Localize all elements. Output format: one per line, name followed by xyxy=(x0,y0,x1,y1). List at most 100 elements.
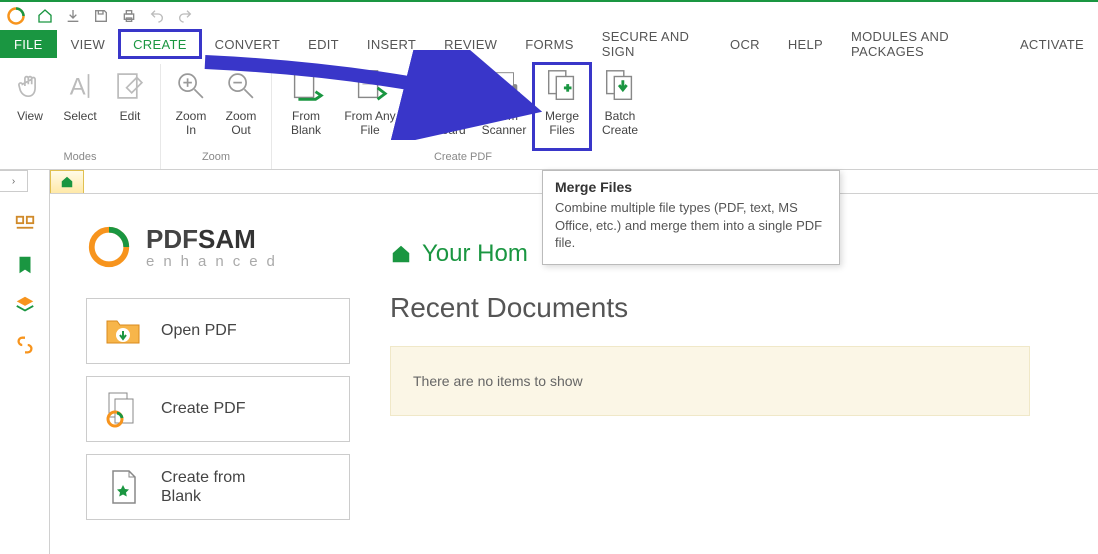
folder-open-icon xyxy=(103,311,143,351)
tooltip-merge-files: Merge Files Combine multiple file types … xyxy=(542,170,840,265)
svg-text:A: A xyxy=(70,74,86,101)
tab-forms[interactable]: FORMS xyxy=(511,30,587,58)
ribbon-group-zoom: ZoomIn ZoomOut Zoom xyxy=(161,64,272,169)
tab-label: REVIEW xyxy=(444,37,497,52)
ribbon-from-blank-button[interactable]: FromBlank xyxy=(278,64,334,149)
ribbon-edit-button[interactable]: Edit xyxy=(106,64,154,149)
nav-collapse-button[interactable]: › xyxy=(0,170,28,192)
ribbon-merge-files-button[interactable]: MergeFiles xyxy=(534,64,590,149)
ribbon-label: ZoomIn xyxy=(176,110,207,138)
tab-view[interactable]: VIEW xyxy=(57,30,119,58)
tab-label: EDIT xyxy=(308,37,339,52)
home-tab[interactable] xyxy=(50,170,84,193)
tab-ocr[interactable]: OCR xyxy=(716,30,774,58)
ribbon-zoom-in-button[interactable]: ZoomIn xyxy=(167,64,215,149)
document-any-icon xyxy=(350,66,390,106)
empty-message: There are no items to show xyxy=(413,373,583,389)
tab-label: SECURE AND SIGN xyxy=(602,29,702,59)
tab-label: HELP xyxy=(788,37,823,52)
tab-label: MODULES AND PACKAGES xyxy=(851,29,992,59)
document-blank-star-icon xyxy=(103,467,143,507)
ribbon-label: FromClipboard xyxy=(414,110,465,138)
tooltip-body: Combine multiple file types (PDF, text, … xyxy=(555,199,827,252)
zoom-out-icon xyxy=(221,66,261,106)
tab-review[interactable]: REVIEW xyxy=(430,30,511,58)
ribbon-group-title: Modes xyxy=(63,149,96,167)
tab-label: FILE xyxy=(14,37,43,52)
tab-modules-packages[interactable]: MODULES AND PACKAGES xyxy=(837,30,1006,58)
clipboard-icon xyxy=(420,66,460,106)
tab-label: CREATE xyxy=(133,37,187,52)
nav-layers-icon[interactable] xyxy=(14,294,36,316)
card-label: Create fromBlank xyxy=(161,468,245,506)
pencil-icon xyxy=(110,66,150,106)
scanner-icon xyxy=(484,66,524,106)
tab-label: OCR xyxy=(730,37,760,52)
zoom-in-icon xyxy=(171,66,211,106)
ribbon-view-button[interactable]: View xyxy=(6,64,54,149)
home-left-panel: PDFSAM enhanced Open PDF Create PDF Crea… xyxy=(50,194,390,554)
recent-documents-title: Recent Documents xyxy=(390,292,1098,324)
tab-edit[interactable]: EDIT xyxy=(294,30,353,58)
ribbon-create: View A Select Edit Modes ZoomIn ZoomOut xyxy=(0,58,1098,170)
ribbon-label: ZoomOut xyxy=(226,110,257,138)
tab-secure-sign[interactable]: SECURE AND SIGN xyxy=(588,30,716,58)
tab-label: INSERT xyxy=(367,37,416,52)
nav-links-icon[interactable] xyxy=(14,334,36,356)
tab-activate[interactable]: ACTIVATE xyxy=(1006,30,1098,58)
nav-thumbnails-icon[interactable] xyxy=(14,214,36,236)
ribbon-select-button[interactable]: A Select xyxy=(56,64,104,149)
ribbon-batch-create-button[interactable]: BatchCreate xyxy=(592,64,648,149)
save-icon[interactable] xyxy=(92,7,110,25)
batch-create-icon xyxy=(600,66,640,106)
redo-icon[interactable] xyxy=(176,7,194,25)
card-create-pdf[interactable]: Create PDF xyxy=(86,376,350,442)
ribbon-group-title: Create PDF xyxy=(434,149,492,167)
home-icon[interactable] xyxy=(36,7,54,25)
card-label: Open PDF xyxy=(161,321,237,340)
card-label: Create PDF xyxy=(161,399,245,418)
ribbon-tabstrip: FILE VIEW CREATE CONVERT EDIT INSERT REV… xyxy=(0,30,1098,58)
ribbon-label: MergeFiles xyxy=(545,110,579,138)
download-icon[interactable] xyxy=(64,7,82,25)
ribbon-label: Edit xyxy=(120,110,141,124)
text-cursor-icon: A xyxy=(60,66,100,106)
ribbon-group-modes: View A Select Edit Modes xyxy=(0,64,161,169)
tab-convert[interactable]: CONVERT xyxy=(201,30,294,58)
app-logo-icon xyxy=(6,6,26,26)
ribbon-label: FromScanner xyxy=(482,110,527,138)
brand-logo: PDFSAM enhanced xyxy=(86,224,354,270)
your-home-text: Your Hom xyxy=(422,240,528,268)
ribbon-group-title: Zoom xyxy=(202,149,230,167)
nav-bookmarks-icon[interactable] xyxy=(14,254,36,276)
ribbon-from-any-file-button[interactable]: From AnyFile xyxy=(336,64,404,149)
tab-label: VIEW xyxy=(71,37,105,52)
brand-spinner-icon xyxy=(86,224,132,270)
tab-label: CONVERT xyxy=(215,37,280,52)
card-open-pdf[interactable]: Open PDF xyxy=(86,298,350,364)
ribbon-label: From AnyFile xyxy=(344,110,395,138)
ribbon-group-create-pdf: FromBlank From AnyFile FromClipboard Fro… xyxy=(272,64,654,169)
brand-sub: enhanced xyxy=(146,253,284,270)
tab-label: FORMS xyxy=(525,37,573,52)
tab-help[interactable]: HELP xyxy=(774,30,837,58)
ribbon-from-scanner-button[interactable]: FromScanner xyxy=(476,64,532,149)
tab-label: ACTIVATE xyxy=(1020,37,1084,52)
quick-access-toolbar xyxy=(0,2,1098,30)
print-icon[interactable] xyxy=(120,7,138,25)
ribbon-zoom-out-button[interactable]: ZoomOut xyxy=(217,64,265,149)
ribbon-label: Select xyxy=(63,110,96,124)
ribbon-label: View xyxy=(17,110,43,124)
undo-icon[interactable] xyxy=(148,7,166,25)
tab-insert[interactable]: INSERT xyxy=(353,30,430,58)
card-create-from-blank[interactable]: Create fromBlank xyxy=(86,454,350,520)
tooltip-title: Merge Files xyxy=(555,179,827,195)
merge-files-icon xyxy=(542,66,582,106)
left-nav-pane: › xyxy=(0,170,50,554)
ribbon-from-clipboard-button[interactable]: FromClipboard xyxy=(406,64,474,149)
ribbon-label: FromBlank xyxy=(291,110,321,138)
tab-create[interactable]: CREATE xyxy=(119,30,201,58)
tab-file[interactable]: FILE xyxy=(0,30,57,58)
home-tab-icon xyxy=(60,175,74,189)
ribbon-label: BatchCreate xyxy=(602,110,638,138)
